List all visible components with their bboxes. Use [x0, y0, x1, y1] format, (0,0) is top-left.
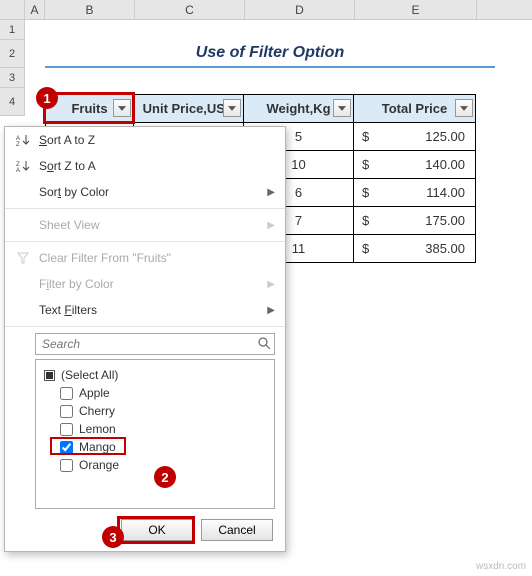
cell-total[interactable]: $385.00 [354, 235, 476, 263]
check-item-label: Apple [79, 386, 110, 400]
menu-separator [5, 326, 285, 327]
callout-badge-2: 2 [154, 466, 176, 488]
header-unit[interactable]: Unit Price,USD [134, 95, 244, 123]
cell-total[interactable]: $175.00 [354, 207, 476, 235]
row-4[interactable]: 4 [0, 88, 25, 116]
cell-total[interactable]: $125.00 [354, 123, 476, 151]
checkbox[interactable] [60, 423, 73, 436]
menu-sort-za[interactable]: ZA Sort Z to A [5, 153, 285, 179]
ok-button[interactable]: OK [121, 519, 193, 541]
menu-sort-za-label: Sort Z to A [39, 159, 96, 173]
row-headers: 1 2 3 4 [0, 20, 25, 116]
svg-text:A: A [16, 168, 20, 173]
check-item-lemon[interactable]: Lemon [60, 420, 266, 438]
menu-sheet-view-label: Sheet View [39, 218, 100, 232]
filter-button-fruits[interactable] [113, 99, 131, 117]
menu-text-filters-label: Text Filters [39, 303, 97, 317]
menu-sort-az[interactable]: AZ Sort A to Z [5, 127, 285, 153]
col-A[interactable]: A [25, 0, 45, 19]
header-total[interactable]: Total Price [354, 95, 476, 123]
select-all-corner[interactable] [0, 0, 25, 19]
row-2[interactable]: 2 [0, 40, 25, 68]
callout-badge-1: 1 [36, 87, 58, 109]
check-select-all-label: (Select All) [61, 368, 118, 382]
cancel-button[interactable]: Cancel [201, 519, 273, 541]
check-item-label: Mango [79, 440, 116, 454]
filter-button-weight[interactable] [333, 99, 351, 117]
sort-za-icon: ZA [13, 159, 33, 173]
header-weight-label: Weight,Kg [266, 101, 330, 116]
chevron-right-icon: ▶ [267, 279, 275, 290]
menu-sort-color[interactable]: Sort by Color ▶ [5, 179, 285, 205]
col-D[interactable]: D [245, 0, 355, 19]
filter-button-unit[interactable] [223, 99, 241, 117]
col-B[interactable]: B [45, 0, 135, 19]
checkbox[interactable] [60, 405, 73, 418]
cell-total[interactable]: $114.00 [354, 179, 476, 207]
svg-text:Z: Z [16, 142, 20, 147]
check-item-label: Orange [79, 458, 119, 472]
chevron-right-icon: ▶ [267, 187, 275, 198]
checkbox-partial-icon[interactable] [44, 370, 55, 381]
check-item-mango[interactable]: Mango [60, 438, 266, 456]
check-item-cherry[interactable]: Cherry [60, 402, 266, 420]
sort-az-icon: AZ [13, 133, 33, 147]
col-C[interactable]: C [135, 0, 245, 19]
header-total-label: Total Price [382, 101, 448, 116]
header-weight[interactable]: Weight,Kg [244, 95, 354, 123]
watermark: wsxdn.com [476, 561, 526, 572]
header-unit-label: Unit Price,USD [143, 101, 235, 116]
menu-clear-filter-label: Clear Filter From "Fruits" [39, 251, 171, 265]
check-item-label: Cherry [79, 404, 115, 418]
menu-sort-az-label: Sort A to Z [39, 133, 95, 147]
filter-dropdown-panel: AZ Sort A to Z ZA Sort Z to A Sort by Co… [4, 126, 286, 552]
check-select-all[interactable]: (Select All) [44, 366, 266, 384]
menu-text-filters[interactable]: Text Filters ▶ [5, 297, 285, 323]
check-item-apple[interactable]: Apple [60, 384, 266, 402]
cell-total[interactable]: $140.00 [354, 151, 476, 179]
clear-filter-icon [13, 251, 33, 265]
checkbox[interactable] [60, 459, 73, 472]
filter-checklist: (Select All) Apple Cherry Lemon Mango Or… [35, 359, 275, 509]
search-icon [257, 336, 271, 353]
chevron-right-icon: ▶ [267, 305, 275, 316]
sheet-title: Use of Filter Option [45, 40, 495, 68]
menu-clear-filter: Clear Filter From "Fruits" [5, 245, 285, 271]
menu-filter-color: Filter by Color ▶ [5, 271, 285, 297]
checkbox[interactable] [60, 387, 73, 400]
menu-filter-color-label: Filter by Color [39, 277, 114, 291]
row-3[interactable]: 3 [0, 68, 25, 88]
callout-badge-3: 3 [102, 526, 124, 548]
header-fruits[interactable]: Fruits [46, 95, 134, 123]
filter-button-total[interactable] [455, 99, 473, 117]
chevron-right-icon: ▶ [267, 220, 275, 231]
row-1[interactable]: 1 [0, 20, 25, 40]
filter-search-input[interactable] [35, 333, 275, 355]
menu-sheet-view: Sheet View ▶ [5, 212, 285, 238]
header-fruits-label: Fruits [71, 101, 107, 116]
menu-separator [5, 241, 285, 242]
menu-sort-color-label: Sort by Color [39, 185, 109, 199]
checkbox[interactable] [60, 441, 73, 454]
col-E[interactable]: E [355, 0, 477, 19]
column-headers: A B C D E [0, 0, 532, 20]
menu-separator [5, 208, 285, 209]
check-item-label: Lemon [79, 422, 116, 436]
